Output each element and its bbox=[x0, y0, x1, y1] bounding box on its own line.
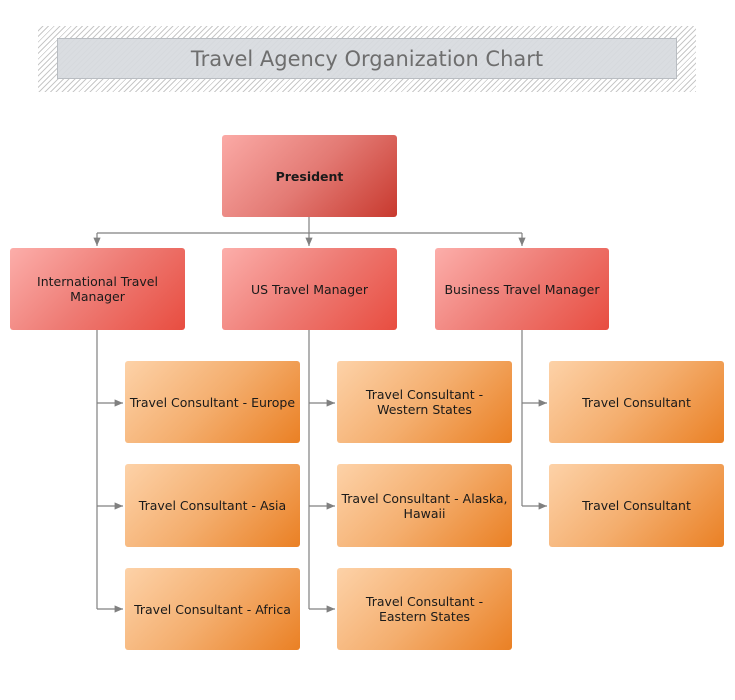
node-consultant-eastern-states[interactable]: Travel Consultant - Eastern States bbox=[337, 568, 512, 650]
node-consultant-western-states[interactable]: Travel Consultant - Western States bbox=[337, 361, 512, 443]
node-international-travel-manager[interactable]: International Travel Manager bbox=[10, 248, 185, 330]
node-president[interactable]: President bbox=[222, 135, 397, 217]
node-consultant-europe[interactable]: Travel Consultant - Europe bbox=[125, 361, 300, 443]
node-consultant-asia[interactable]: Travel Consultant - Asia bbox=[125, 464, 300, 547]
node-consultant-alaska-hawaii[interactable]: Travel Consultant - Alaska, Hawaii bbox=[337, 464, 512, 547]
node-us-travel-manager[interactable]: US Travel Manager bbox=[222, 248, 397, 330]
node-business-consultant-2[interactable]: Travel Consultant bbox=[549, 464, 724, 547]
node-business-travel-manager[interactable]: Business Travel Manager bbox=[435, 248, 609, 330]
node-consultant-africa[interactable]: Travel Consultant - Africa bbox=[125, 568, 300, 650]
node-business-consultant-1[interactable]: Travel Consultant bbox=[549, 361, 724, 443]
